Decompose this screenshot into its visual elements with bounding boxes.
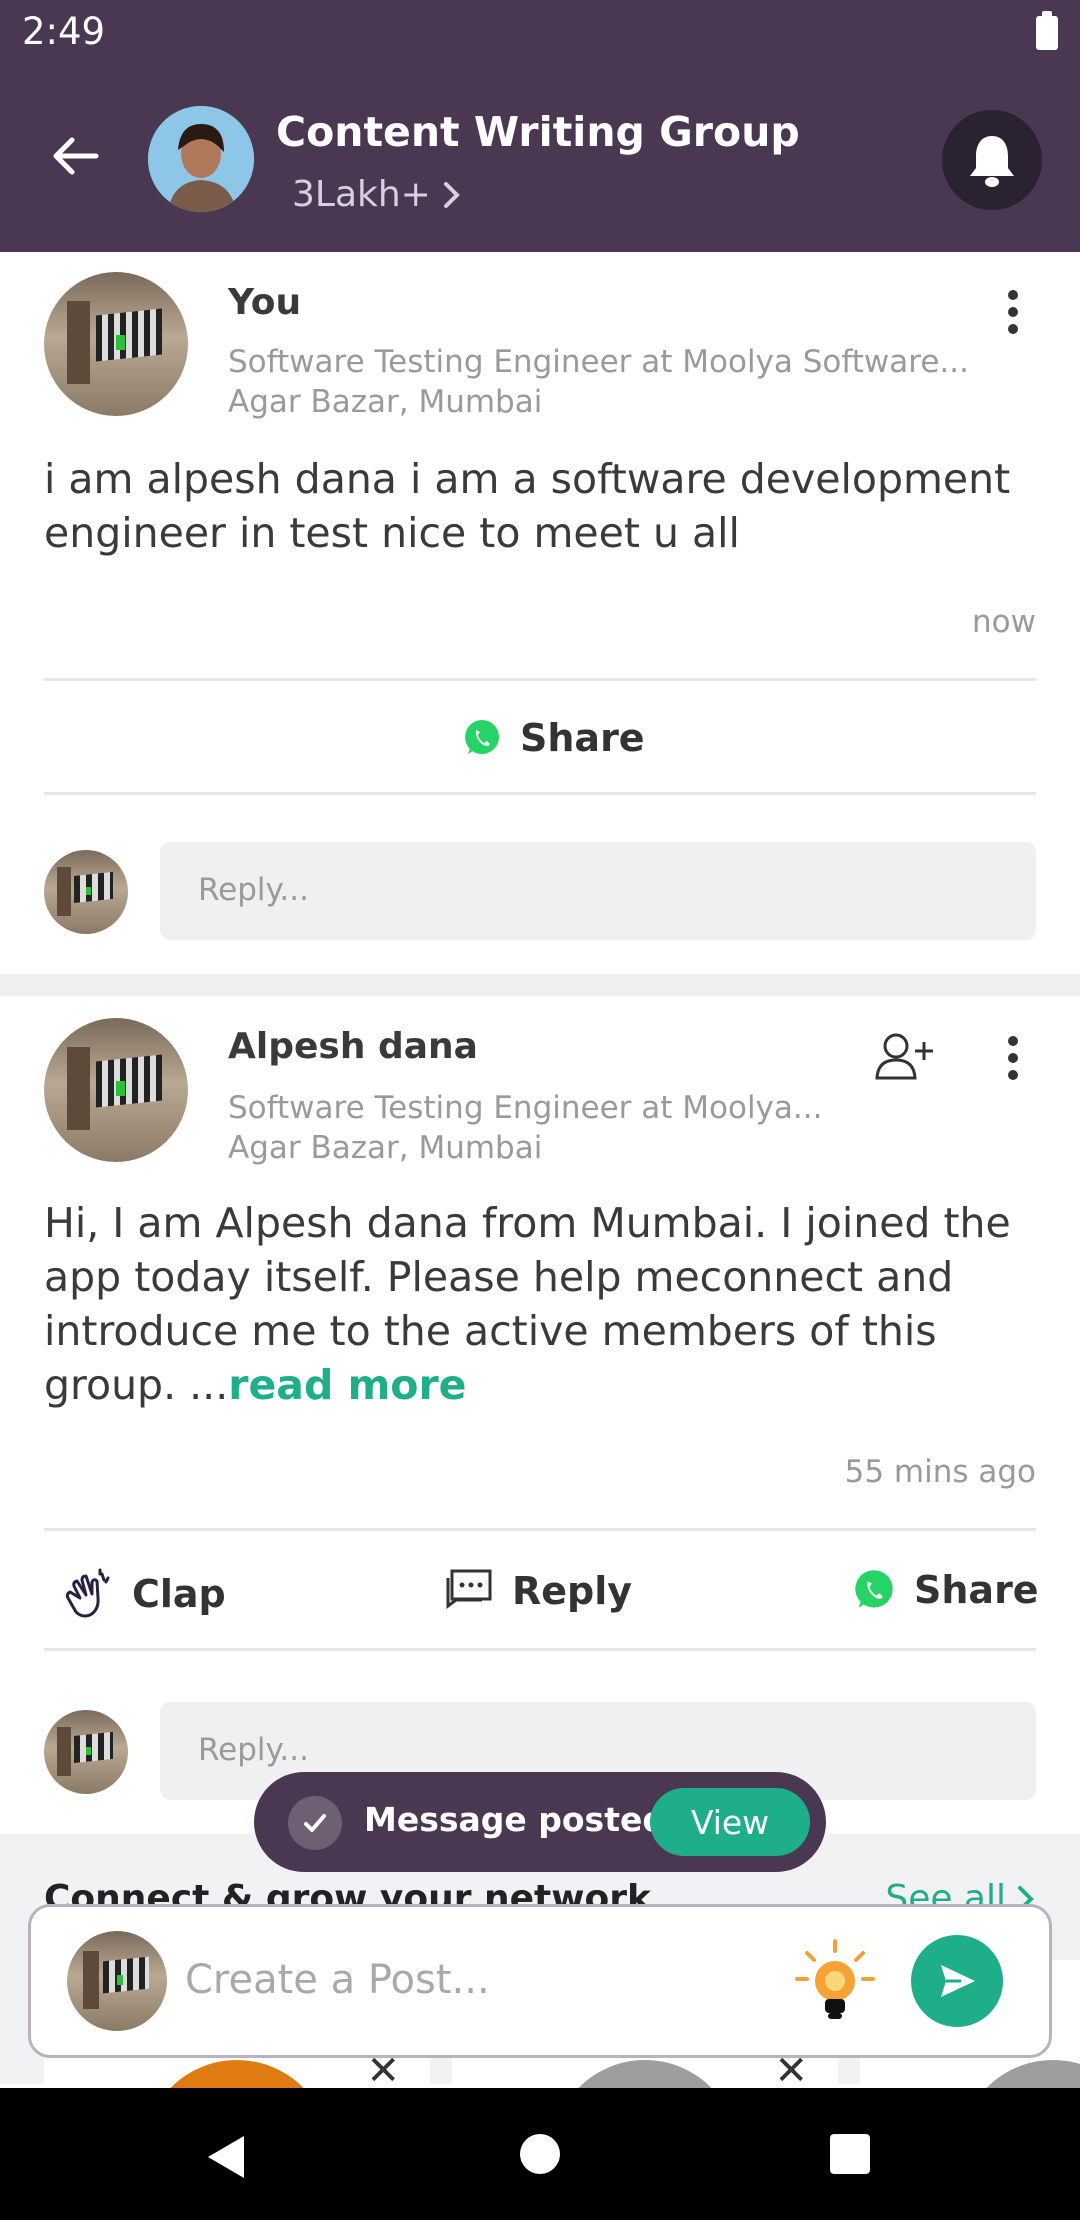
status-time: 2:49 (22, 10, 106, 53)
reply-input[interactable]: Reply... (160, 842, 1036, 940)
add-user-icon (875, 1033, 933, 1080)
share-label: Share (520, 716, 645, 760)
create-post-input[interactable]: Create a Post... (185, 1957, 490, 2003)
my-avatar (44, 1710, 128, 1794)
post-author-avatar[interactable] (44, 1018, 188, 1162)
nav-back-icon[interactable] (204, 2134, 248, 2180)
reply-icon (446, 1569, 492, 1609)
share-button[interactable]: Share (462, 716, 645, 760)
divider (44, 792, 1036, 795)
reply-placeholder: Reply... (198, 1732, 309, 1768)
whatsapp-icon (855, 1570, 893, 1608)
clap-label: Clap (132, 1572, 226, 1616)
group-avatar[interactable] (148, 106, 254, 212)
reply-placeholder: Reply... (198, 872, 309, 908)
group-members-count: 3Lakh+ (292, 174, 431, 215)
reply-button[interactable]: Reply (444, 1568, 632, 1614)
post-timestamp: now (972, 604, 1036, 640)
create-post-composer[interactable]: Create a Post... (28, 1904, 1052, 2058)
post-author-location: Agar Bazar, Mumbai (228, 1130, 543, 1166)
post-body: i am alpesh dana i am a software develop… (44, 455, 1011, 557)
chevron-right-icon (443, 181, 460, 208)
share-label: Share (914, 1568, 1039, 1612)
divider (44, 678, 1036, 681)
clap-icon (65, 1568, 110, 1618)
bell-icon (970, 136, 1014, 187)
my-avatar (44, 850, 128, 934)
ideas-button[interactable] (793, 1937, 877, 2027)
nav-recents-icon[interactable] (830, 2134, 870, 2174)
post-options-button[interactable] (998, 282, 1028, 342)
battery-icon (1036, 11, 1058, 50)
divider (44, 1528, 1036, 1531)
post-author-name[interactable]: You (228, 282, 301, 323)
read-more-link[interactable]: read more (228, 1361, 466, 1409)
post-author-avatar[interactable] (44, 272, 188, 416)
group-avatar-image (148, 106, 254, 212)
send-icon (941, 1965, 975, 1997)
check-icon (288, 1796, 342, 1850)
group-title[interactable]: Content Writing Group (276, 108, 800, 156)
post-options-button[interactable] (998, 1028, 1028, 1088)
post-author-headline: Software Testing Engineer at Moolya Soft… (228, 344, 969, 380)
post-author-location: Agar Bazar, Mumbai (228, 384, 543, 420)
notification-bell-button[interactable] (942, 110, 1042, 210)
toast-message: Message posted (364, 1800, 666, 1839)
post-author-headline: Software Testing Engineer at Moolya... (228, 1090, 823, 1126)
toast: Message posted View (254, 1772, 826, 1872)
post-body: Hi, I am Alpesh dana from Mumbai. I join… (44, 1196, 1044, 1412)
system-nav-bar (0, 2088, 1080, 2220)
post-timestamp: 55 mins ago (844, 1454, 1036, 1490)
my-avatar (67, 1931, 167, 2031)
share-button[interactable]: Share (852, 1568, 1039, 1612)
post-author-name[interactable]: Alpesh dana (228, 1026, 478, 1067)
clap-button[interactable]: Clap (62, 1568, 226, 1620)
bulb-icon (795, 1939, 875, 2019)
group-members-link[interactable]: 3Lakh+ (292, 174, 463, 215)
follow-user-button[interactable] (874, 1030, 936, 1086)
app-root: 2:49 Content Writing Group 3Lakh+ You So… (0, 0, 1080, 2220)
section-gap (0, 974, 1080, 996)
whatsapp-icon (465, 720, 499, 754)
reply-label: Reply (512, 1569, 633, 1613)
group-header: Content Writing Group 3Lakh+ (0, 66, 1080, 252)
back-button[interactable] (46, 126, 106, 186)
status-bar: 2:49 (0, 0, 1080, 66)
toast-view-button[interactable]: View (650, 1788, 810, 1856)
send-post-button[interactable] (911, 1935, 1003, 2027)
nav-home-icon[interactable] (520, 2134, 560, 2174)
divider (44, 1648, 1036, 1651)
back-arrow-icon (53, 137, 99, 175)
post-body-text: Hi, I am Alpesh dana from Mumbai. I join… (44, 1199, 1011, 1409)
